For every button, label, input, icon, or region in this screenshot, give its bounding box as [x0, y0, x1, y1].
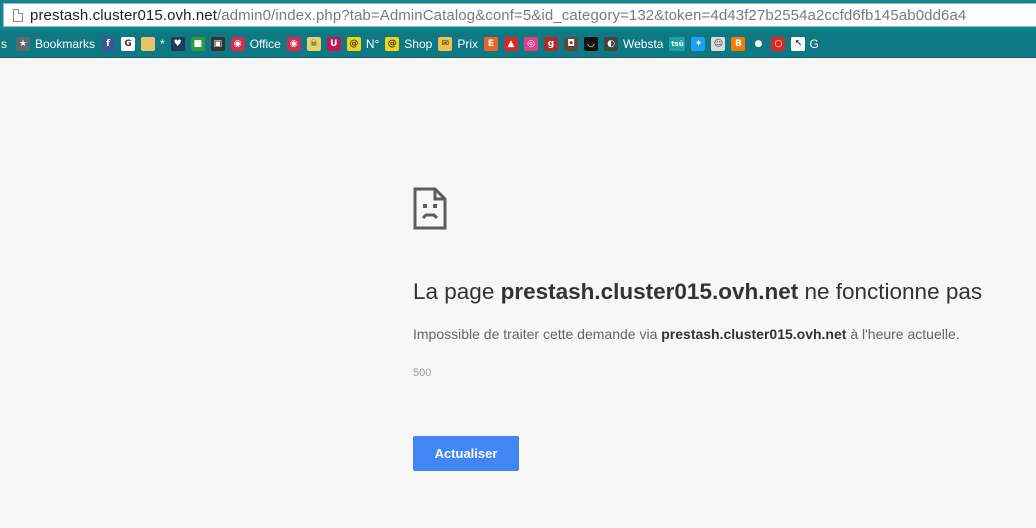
- reload-button[interactable]: Actualiser: [413, 436, 519, 471]
- websta-icon: ◐: [604, 37, 618, 51]
- bookmark-etsy-14[interactable]: E: [481, 31, 501, 57]
- sad-page-icon: [413, 187, 447, 230]
- circle-red-icon: ○: [771, 37, 786, 51]
- lips-icon: ◉: [230, 37, 245, 51]
- bookmark-heart-4[interactable]: ♥: [168, 31, 188, 57]
- blogger-icon: B: [731, 37, 746, 51]
- bookmark-label: Shop: [404, 37, 433, 51]
- bookmark-folder-3[interactable]: *: [138, 31, 168, 57]
- smile-icon: ◡: [584, 37, 598, 51]
- bookmark-cursor-27[interactable]: ↖: [788, 31, 808, 57]
- url-path: /admin0/index.php?tab=AdminCatalog&conf=…: [216, 6, 967, 24]
- bookmark-laposte-11[interactable]: @ N°: [344, 31, 382, 57]
- bag-icon: ▲: [504, 37, 518, 51]
- error-title: La page prestash.cluster015.ovh.net ne f…: [413, 279, 982, 305]
- flickr-icon: ●: [751, 37, 766, 51]
- url-host: prestash.cluster015.ovh.net: [30, 6, 217, 24]
- laposte-icon: @: [385, 37, 400, 51]
- bookmark-star-0[interactable]: ★ Bookmarks: [13, 31, 98, 57]
- error-description: Impossible de traiter cette demande via …: [413, 326, 960, 342]
- target-icon: ◎: [524, 37, 538, 51]
- error-desc-suffix: à l'heure actuelle.: [846, 326, 960, 342]
- news-icon: ▣: [210, 37, 225, 51]
- page-icon: [13, 8, 23, 22]
- bookmark-lips-8[interactable]: ◉: [284, 31, 304, 57]
- u-icon: U: [326, 37, 341, 51]
- bookmark-mail-13[interactable]: ✉ Prix: [435, 31, 481, 57]
- g-icon: g: [544, 37, 558, 51]
- laposte-icon: @: [346, 37, 361, 51]
- camera-icon: ◘: [564, 37, 578, 51]
- error-title-prefix: La page: [413, 279, 501, 304]
- bookmark-twitter-22[interactable]: ✦: [688, 31, 708, 57]
- etsy-icon: E: [484, 37, 498, 51]
- twitter-icon: ✦: [691, 37, 706, 51]
- skull-icon: ☠: [306, 37, 321, 51]
- bookmark-circle-red-26[interactable]: ○: [768, 31, 788, 57]
- error-desc-prefix: Impossible de traiter cette demande via: [413, 326, 662, 342]
- bookmark-smile-19[interactable]: ◡: [581, 31, 601, 57]
- bookmark-label: N°: [365, 37, 380, 51]
- bookmark-blogger-24[interactable]: B: [728, 31, 748, 57]
- url-text[interactable]: prestash.cluster015.ovh.net/admin0/index…: [30, 7, 966, 24]
- bookmark-news-6[interactable]: ▣: [208, 31, 228, 57]
- error-desc-host: prestash.cluster015.ovh.net: [661, 326, 847, 342]
- heart-icon: ♥: [170, 37, 185, 51]
- bookmarks-bar: s ★ Bookmarks f G * ♥ ■ ▣ ◉ Office ◉ ☠ U @ N° @ Shop ✉ Pri…: [0, 31, 1036, 58]
- address-bar-container: prestash.cluster015.ovh.net/admin0/index…: [0, 0, 1036, 31]
- windows-icon: ■: [190, 37, 205, 51]
- facebook-icon: f: [101, 37, 116, 51]
- bookmark-u-10[interactable]: U: [324, 31, 344, 57]
- bookmark-facebook-1[interactable]: f: [98, 31, 118, 57]
- mail-icon: ✉: [438, 37, 453, 51]
- bookmark-label: *: [160, 37, 165, 51]
- bookmark-target-16[interactable]: ◎: [521, 31, 541, 57]
- bookmark-laposte-12[interactable]: @ Shop: [382, 31, 435, 57]
- folder-icon: [141, 37, 156, 51]
- bookmark-google-2[interactable]: G: [118, 31, 138, 57]
- bookmark-profile-23[interactable]: ☺: [708, 31, 728, 57]
- bookmark-truncated-trailing[interactable]: G: [808, 37, 824, 51]
- bookmark-tsu-21[interactable]: tsū: [666, 31, 688, 57]
- lips-icon: ◉: [286, 37, 301, 51]
- star-icon: ★: [16, 37, 30, 51]
- error-title-host: prestash.cluster015.ovh.net: [500, 279, 799, 304]
- bookmark-bag-15[interactable]: ▲: [501, 31, 521, 57]
- bookmark-flickr-25[interactable]: ●: [748, 31, 768, 57]
- bookmark-websta-20[interactable]: ◐ Websta: [601, 31, 666, 57]
- bookmark-truncated-label[interactable]: s: [0, 37, 13, 51]
- bookmark-g-17[interactable]: g: [541, 31, 561, 57]
- profile-icon: ☺: [711, 37, 726, 51]
- address-bar[interactable]: prestash.cluster015.ovh.net/admin0/index…: [3, 3, 1036, 27]
- cursor-icon: ↖: [791, 37, 806, 51]
- bookmark-windows-5[interactable]: ■: [188, 31, 208, 57]
- bookmark-skull-9[interactable]: ☠: [304, 31, 324, 57]
- bookmark-label: Bookmarks: [35, 37, 96, 51]
- error-code: 500: [413, 367, 432, 379]
- error-title-suffix: ne fonctionne pas: [798, 279, 983, 304]
- google-icon: G: [121, 37, 136, 51]
- bookmark-label: Office: [249, 37, 281, 51]
- bookmark-camera-18[interactable]: ◘: [561, 31, 581, 57]
- bookmark-label: Websta: [623, 37, 664, 51]
- bookmark-label: Prix: [457, 37, 478, 51]
- tsu-icon: tsū: [669, 37, 686, 51]
- bookmark-lips-7[interactable]: ◉ Office: [228, 31, 284, 57]
